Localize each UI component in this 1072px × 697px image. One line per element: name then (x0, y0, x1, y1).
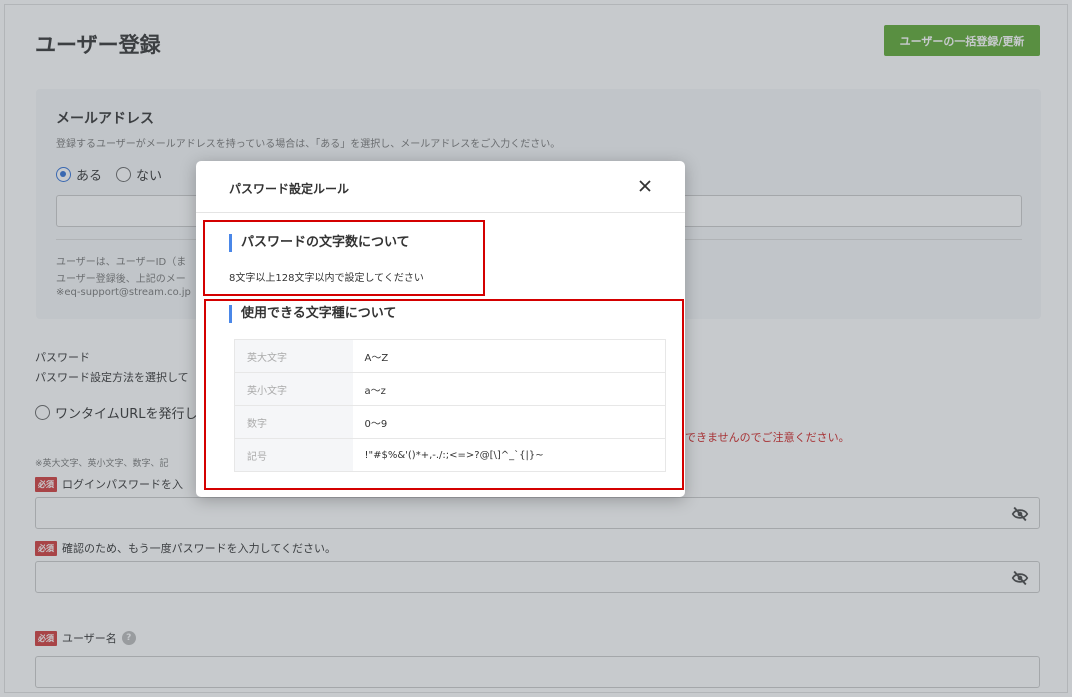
modal-title: パスワード設定ルール (229, 182, 350, 196)
close-button[interactable] (634, 175, 656, 197)
modal-header: パスワード設定ルール (196, 161, 685, 213)
highlight-box-types (204, 299, 684, 490)
close-icon (639, 180, 651, 192)
highlight-box-length (203, 220, 485, 296)
